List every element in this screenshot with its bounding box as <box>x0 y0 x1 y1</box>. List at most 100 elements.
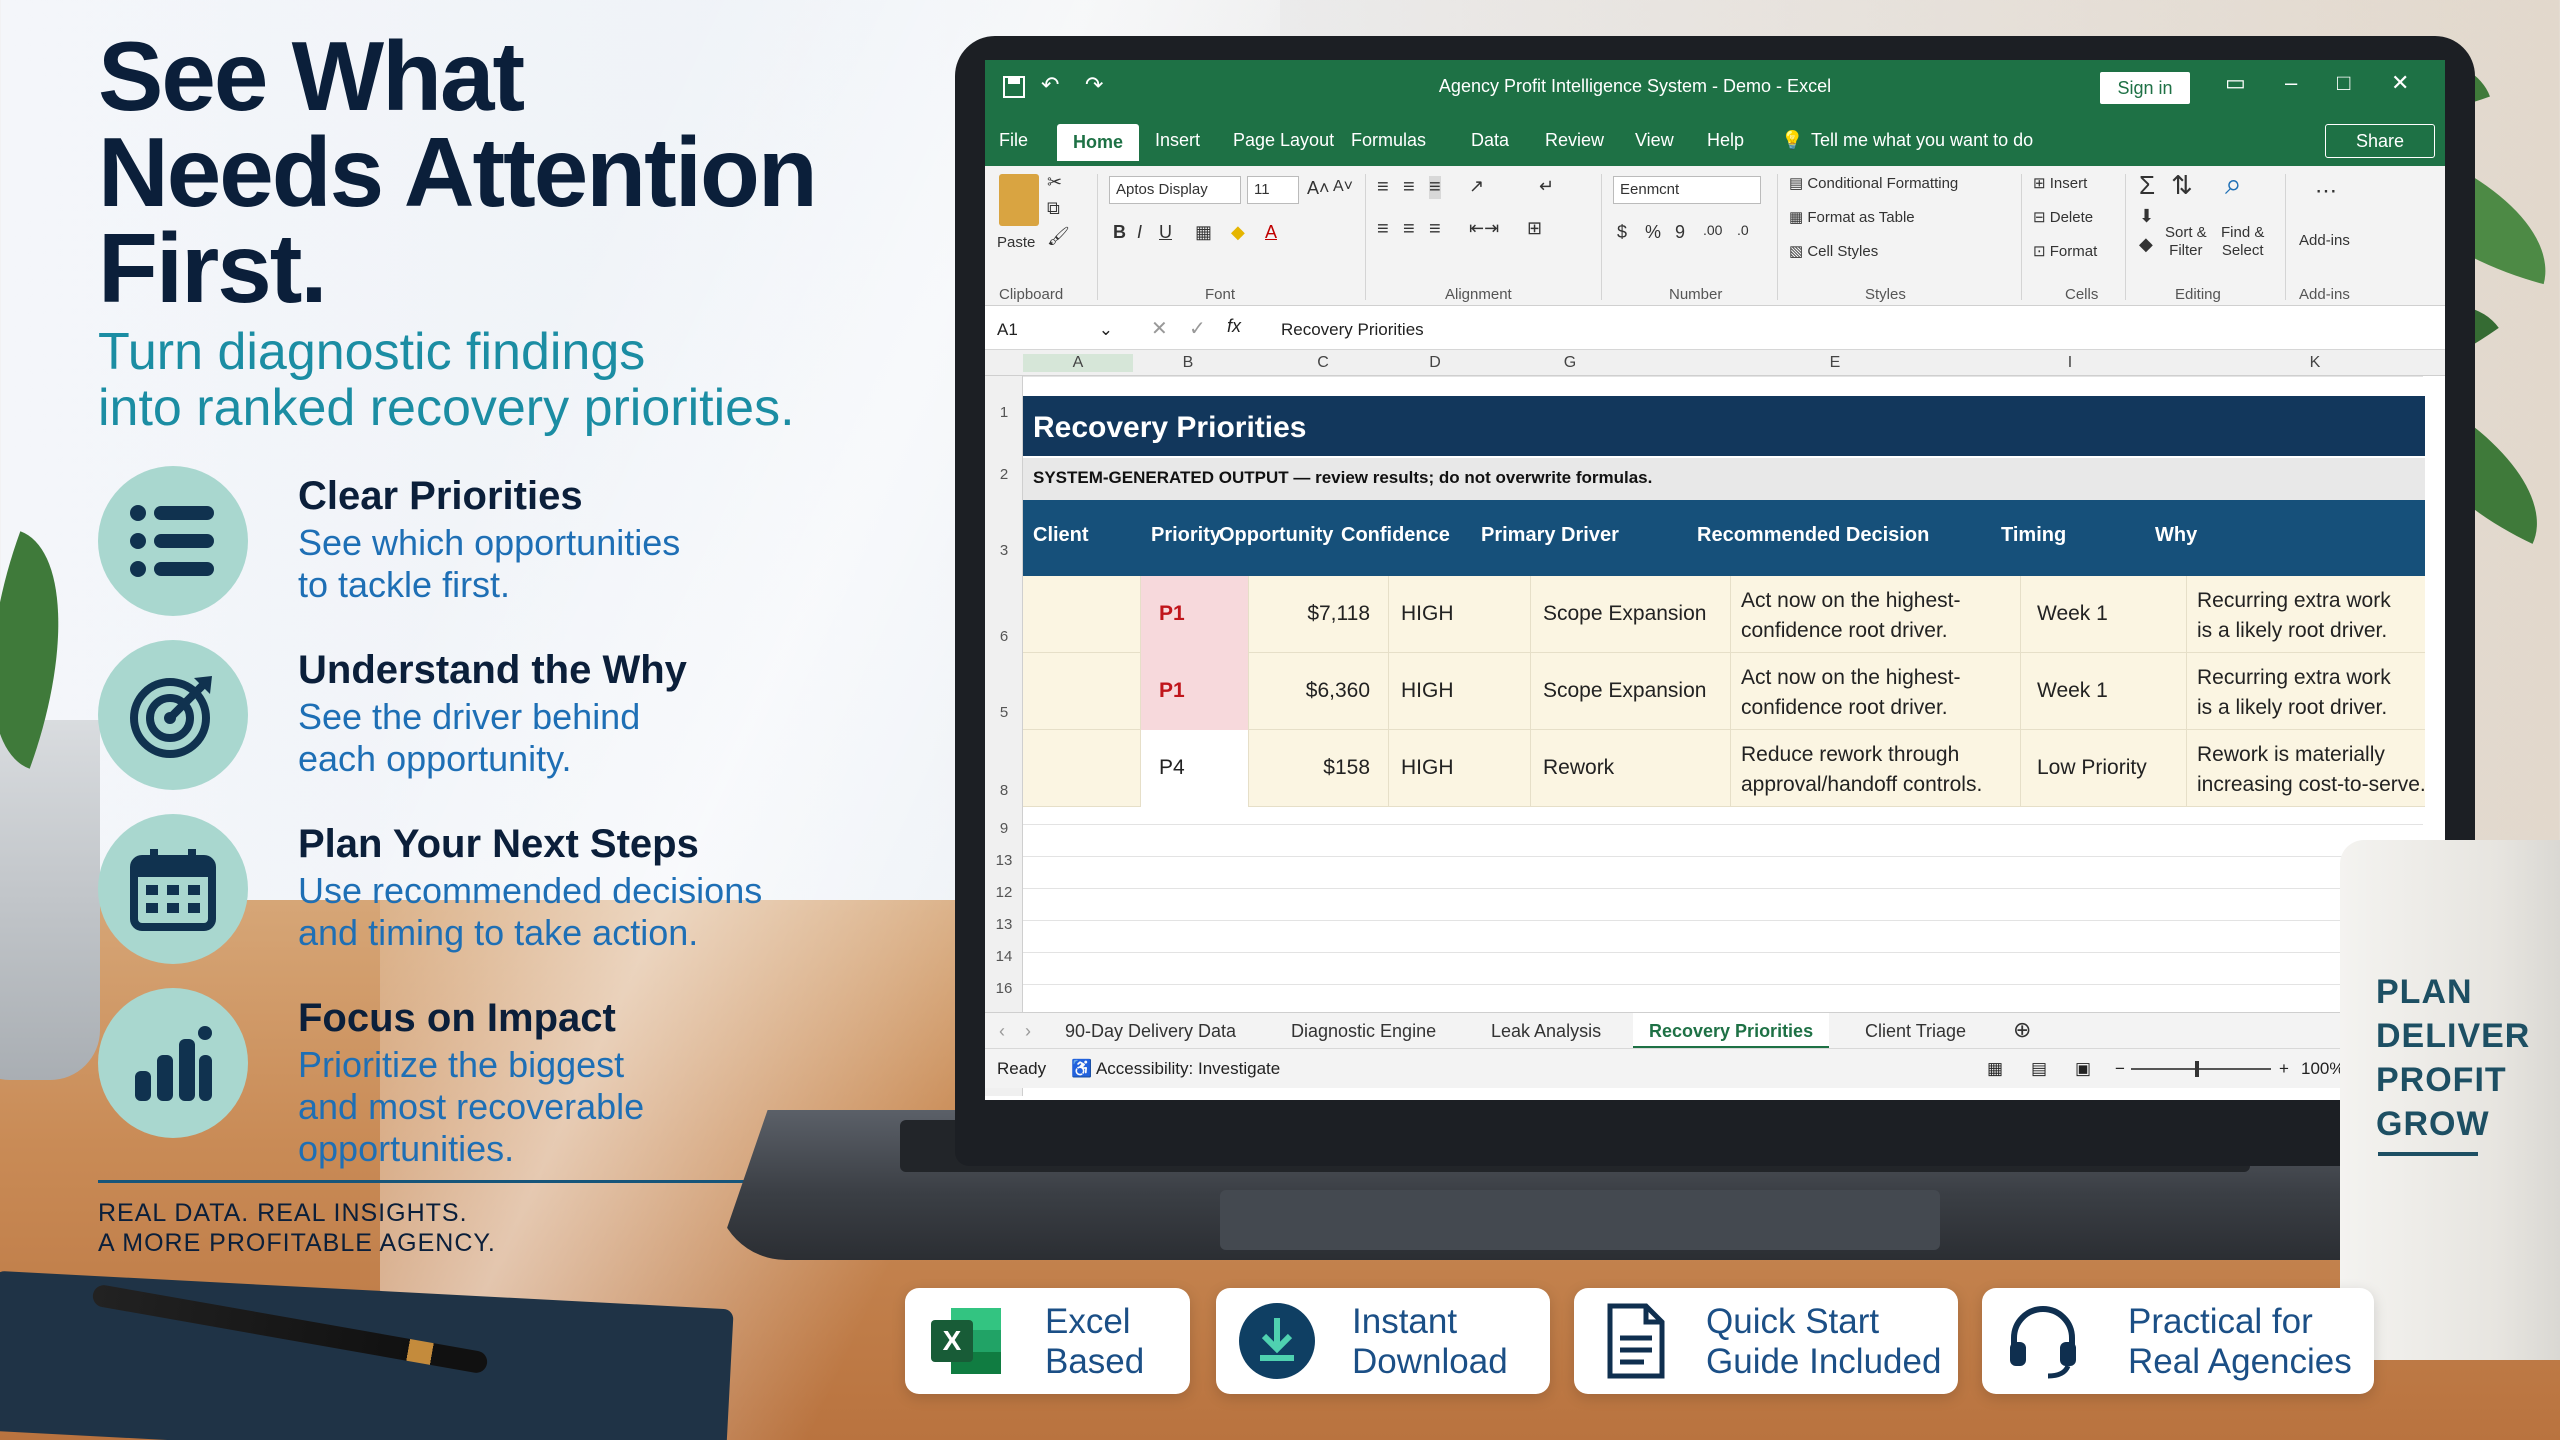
table-row[interactable]: P4 $158 HIGH Rework Reduce rework throug… <box>1023 730 2426 807</box>
status-bar: Ready ♿ Accessibility: Investigate ▦ ▤ ▣… <box>985 1048 2445 1088</box>
cell-styles-button[interactable]: ▧ Cell Styles <box>1789 242 1878 260</box>
insert-cells-button[interactable]: ⊞ Insert <box>2033 174 2087 192</box>
sign-in-button[interactable]: Sign in <box>2100 72 2190 104</box>
formula-bar: A1 ⌄ ✕ ✓ fx Recovery Priorities <box>985 310 2445 350</box>
enter-icon[interactable]: ✓ <box>1189 316 1206 341</box>
maximize-icon[interactable]: □ <box>2337 70 2350 96</box>
name-box[interactable]: A1 ⌄ <box>997 318 1117 344</box>
minimize-icon[interactable]: – <box>2285 70 2297 96</box>
delete-cells-button[interactable]: ⊟ Delete <box>2033 208 2093 226</box>
zoom-slider-handle[interactable] <box>2195 1061 2199 1077</box>
paste-button[interactable]: Paste <box>997 234 1035 251</box>
merge-center-icon[interactable]: ⊞ <box>1527 218 1542 239</box>
percent-icon[interactable]: % <box>1645 222 1661 243</box>
headset-icon <box>2004 1302 2082 1380</box>
font-name-select[interactable]: Aptos Display <box>1109 176 1241 204</box>
align-right-icon[interactable]: ≡ <box>1429 218 1441 241</box>
align-top-icon[interactable]: ≡ <box>1377 176 1389 199</box>
bar-chart-icon <box>98 988 248 1138</box>
add-sheet-icon[interactable]: ⊕ <box>2013 1017 2031 1043</box>
bold-icon[interactable]: B <box>1113 222 1126 243</box>
tab-recovery-priorities[interactable]: Recovery Priorities <box>1633 1013 1830 1049</box>
tab-page-layout[interactable]: Page Layout <box>1233 130 1334 151</box>
zoom-level[interactable]: 100% <box>2301 1059 2344 1079</box>
formula-input[interactable]: Recovery Priorities <box>1281 320 1424 340</box>
paste-icon[interactable] <box>999 174 1039 226</box>
function-icon[interactable]: fx <box>1227 316 1241 337</box>
italic-icon[interactable]: I <box>1137 222 1142 243</box>
tab-90-day-delivery-data[interactable]: 90-Day Delivery Data <box>1065 1021 1236 1042</box>
client-cell <box>1023 730 1141 807</box>
plant-pot-left <box>0 720 100 1080</box>
zoom-in-icon[interactable]: + <box>2279 1059 2289 1079</box>
table-row[interactable]: P1 $6,360 HIGH Scope Expansion Act now o… <box>1023 653 2425 730</box>
zoom-out-icon[interactable]: − <box>2115 1059 2125 1079</box>
scroll-left-icon[interactable]: ‹ <box>999 1021 1005 1042</box>
format-as-table-button[interactable]: ▦ Format as Table <box>1789 208 1915 226</box>
tab-file[interactable]: File <box>999 130 1028 151</box>
align-middle-icon[interactable]: ≡ <box>1403 176 1415 199</box>
accessibility-status[interactable]: ♿ Accessibility: Investigate <box>1071 1059 1280 1079</box>
tab-home[interactable]: Home <box>1057 124 1140 161</box>
decrease-decimal-icon[interactable]: .0 <box>1737 222 1749 238</box>
shrink-font-icon[interactable]: A˅ <box>1333 178 1353 196</box>
sort-filter-button[interactable]: Sort & Filter <box>2165 224 2207 260</box>
format-painter-icon[interactable]: 🖌 <box>1047 226 1070 247</box>
tab-help[interactable]: Help <box>1707 130 1744 151</box>
font-size-select[interactable]: 11 <box>1247 176 1299 204</box>
badge-practical: Practical for Real Agencies <box>1982 1288 2374 1394</box>
fill-icon[interactable]: ⬇ <box>2139 206 2154 227</box>
tab-diagnostic-engine[interactable]: Diagnostic Engine <box>1291 1021 1436 1042</box>
close-icon[interactable]: ✕ <box>2391 70 2409 96</box>
tab-client-triage[interactable]: Client Triage <box>1865 1021 1966 1042</box>
table-row[interactable]: P1 $7,118 HIGH Scope Expansion Act now o… <box>1023 576 2425 653</box>
font-color-icon[interactable]: A <box>1265 222 1277 243</box>
autosum-icon[interactable]: Σ <box>2139 170 2155 201</box>
borders-icon[interactable]: ▦ <box>1195 222 1212 243</box>
page-layout-view-icon[interactable]: ▤ <box>2031 1059 2047 1079</box>
fill-color-icon[interactable]: ◆ <box>1231 222 1245 243</box>
cut-icon[interactable]: ✂ <box>1047 172 1062 193</box>
tell-me-search[interactable]: Tell me what you want to do <box>1811 130 2033 151</box>
underline-icon[interactable]: U <box>1159 222 1172 243</box>
find-icon[interactable]: ⌕ <box>2225 168 2242 202</box>
normal-view-icon[interactable]: ▦ <box>1987 1059 2003 1079</box>
tab-review[interactable]: Review <box>1545 130 1604 151</box>
wrap-text-icon[interactable]: ↵ <box>1539 176 1554 197</box>
addins-icon[interactable]: ⋯ <box>2315 178 2337 204</box>
system-note: SYSTEM-GENERATED OUTPUT — review results… <box>1023 458 2425 500</box>
orientation-icon[interactable]: ↗ <box>1469 176 1484 197</box>
zoom-slider[interactable] <box>2131 1068 2271 1070</box>
tab-insert[interactable]: Insert <box>1155 130 1200 151</box>
align-left-icon[interactable]: ≡ <box>1377 218 1389 241</box>
tab-formulas[interactable]: Formulas <box>1351 130 1426 151</box>
row-headers: 1 2 3 6 5 8 9 13 12 13 14 16 <box>985 376 1023 1096</box>
align-center-icon[interactable]: ≡ <box>1403 218 1415 241</box>
format-cells-button[interactable]: ⊡ Format <box>2033 242 2097 260</box>
download-icon <box>1238 1302 1316 1380</box>
tab-view[interactable]: View <box>1635 130 1674 151</box>
sort-filter-icon[interactable]: ⇅ <box>2171 170 2193 201</box>
addins-button[interactable]: Add-ins <box>2299 232 2350 249</box>
clear-icon[interactable]: ◆ <box>2139 234 2153 255</box>
ribbon-display-icon[interactable]: ▭ <box>2225 70 2246 96</box>
align-bottom-icon[interactable]: ≡ <box>1429 176 1441 199</box>
document-icon <box>1596 1302 1674 1380</box>
currency-icon[interactable]: $ <box>1617 222 1627 243</box>
indent-icon[interactable]: ⇤⇥ <box>1469 218 1499 239</box>
cancel-icon[interactable]: ✕ <box>1151 316 1168 341</box>
scroll-right-icon[interactable]: › <box>1025 1021 1031 1042</box>
share-button[interactable]: Share <box>2325 124 2435 158</box>
increase-decimal-icon[interactable]: .00 <box>1703 222 1722 238</box>
tab-leak-analysis[interactable]: Leak Analysis <box>1491 1021 1601 1042</box>
number-format-select[interactable]: Eenmcnt <box>1613 176 1761 204</box>
grow-font-icon[interactable]: A˄ <box>1307 178 1330 199</box>
find-select-button[interactable]: Find & Select <box>2221 224 2264 260</box>
page-break-view-icon[interactable]: ▣ <box>2075 1059 2091 1079</box>
tab-data[interactable]: Data <box>1471 130 1509 151</box>
conditional-formatting-button[interactable]: ▤ Conditional Formatting <box>1789 174 1958 192</box>
calendar-icon <box>98 814 248 964</box>
feature-plan-steps: Plan Your Next Steps Use recommended dec… <box>98 814 898 974</box>
comma-icon[interactable]: 9 <box>1675 222 1685 243</box>
copy-icon[interactable]: ⧉ <box>1047 198 1060 219</box>
